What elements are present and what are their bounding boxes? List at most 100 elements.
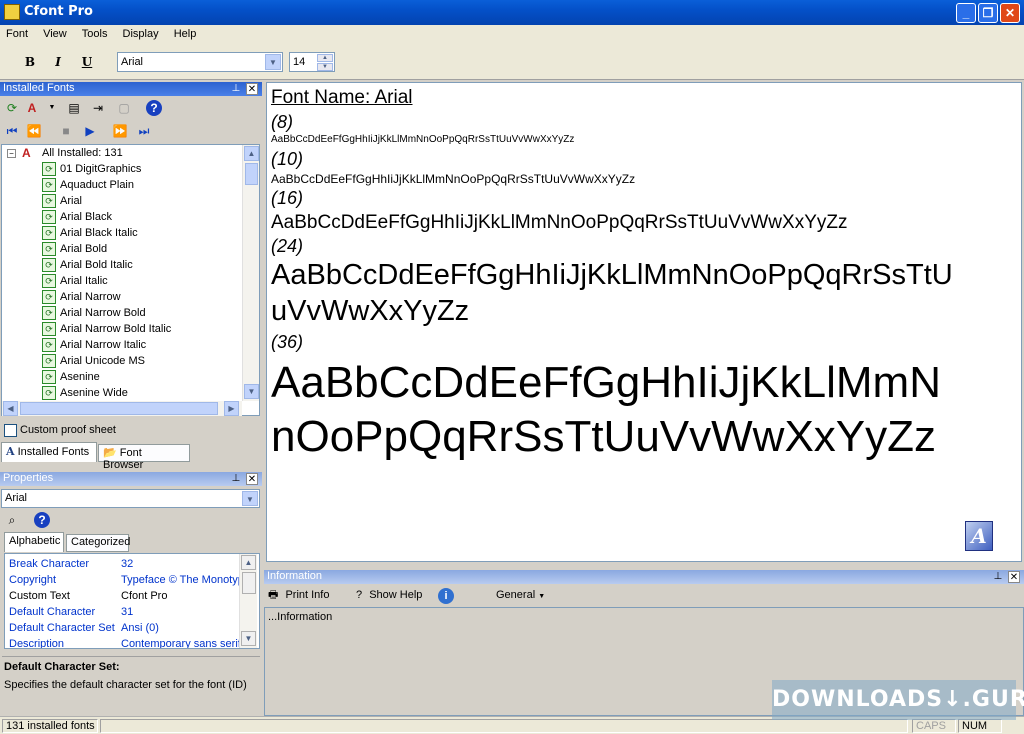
property-value[interactable]: Cfont Pro — [121, 588, 241, 604]
panel-close-icon[interactable]: ✕ — [246, 83, 258, 95]
font-list-item[interactable]: ⟳ Arial Bold Italic — [42, 257, 133, 273]
font-file-icon: ⟳ — [42, 274, 56, 288]
font-list-item[interactable]: ⟳ Arial Narrow Bold Italic — [42, 321, 171, 337]
first-icon[interactable]: ⏮ — [4, 123, 20, 139]
font-combo[interactable]: Arial ▼ — [117, 52, 283, 72]
font-list-label: Arial Italic — [60, 275, 108, 287]
tree-scrollbar-h[interactable]: ◀ ▶ — [2, 401, 242, 416]
underline-button[interactable]: U — [77, 52, 97, 72]
watermark-logo: DOWNLOADS↓.GURU — [772, 680, 1024, 720]
size-spinner[interactable]: 14 ▲ ▼ — [289, 52, 335, 72]
font-list-item[interactable]: ⟳ Aquaduct Plain — [42, 177, 134, 193]
property-row[interactable]: Default Character 31 — [9, 604, 241, 620]
fast-forward-icon[interactable]: ⏩ — [112, 123, 128, 139]
bold-button[interactable]: B — [20, 52, 40, 72]
tab-categorized[interactable]: Categorized — [66, 534, 130, 552]
collapse-icon[interactable]: − — [7, 149, 16, 158]
menu-view[interactable]: View — [37, 25, 73, 40]
tab-alphabetic[interactable]: Alphabetic — [4, 532, 64, 552]
property-row[interactable]: Default Character Set Ansi (0) — [9, 620, 241, 636]
scroll-down-icon[interactable]: ▼ — [244, 384, 259, 399]
property-value[interactable]: Typeface © The Monotype — [121, 572, 241, 588]
installed-fonts-header: Installed Fonts ⊥ ✕ — [0, 82, 262, 96]
scroll-up-icon[interactable]: ▲ — [241, 555, 256, 570]
tree-root[interactable]: All Installed: 131 — [42, 145, 123, 161]
help-icon[interactable]: ? — [146, 100, 162, 116]
font-list-item[interactable]: ⟳ Arial Black — [42, 209, 112, 225]
help-icon[interactable]: ? — [34, 512, 50, 528]
scroll-down-icon[interactable]: ▼ — [241, 631, 256, 646]
property-row[interactable]: Copyright Typeface © The Monotype — [9, 572, 241, 588]
property-key: Custom Text — [9, 590, 70, 602]
property-value[interactable]: Contemporary sans serif design — [121, 636, 241, 648]
scroll-right-icon[interactable]: ▶ — [224, 401, 239, 416]
install-icon[interactable]: ⇥ — [90, 100, 106, 116]
clipboard-icon[interactable]: ▢ — [116, 100, 132, 116]
props-scrollbar[interactable]: ▲ ▼ — [239, 554, 257, 648]
font-list-item[interactable]: ⟳ 01 DigitGraphics — [42, 161, 141, 177]
chevron-down-icon[interactable]: ▼ — [242, 491, 258, 506]
menu-display[interactable]: Display — [117, 25, 165, 40]
rewind-icon[interactable]: ⏪ — [26, 123, 42, 139]
property-value[interactable]: Ansi (0) — [121, 620, 241, 636]
tab-installed-fonts[interactable]: A Installed Fonts — [1, 442, 97, 462]
info-icon[interactable]: i — [438, 588, 454, 604]
chevron-down-icon[interactable]: ▼ — [265, 54, 281, 70]
custom-proof-checkbox[interactable] — [4, 424, 17, 437]
spin-down-icon[interactable]: ▼ — [317, 63, 333, 71]
property-row[interactable]: Break Character 32 — [9, 556, 241, 572]
dropdown-arrow-icon[interactable]: ▼ — [44, 100, 60, 116]
property-row[interactable]: Description Contemporary sans serif desig… — [9, 636, 241, 648]
property-grid[interactable]: Break Character 32 Copyright Typeface © The… — [4, 553, 260, 649]
categorize-icon[interactable]: ⌕ — [4, 512, 20, 528]
property-value[interactable]: 31 — [121, 604, 241, 620]
maximize-button[interactable]: ❐ — [978, 3, 998, 23]
tab-font-browser[interactable]: 📂 Font Browser — [98, 444, 190, 471]
panel-close-icon[interactable]: ✕ — [1008, 571, 1020, 583]
toolbar: B I U Arial ▼ 14 ▲ ▼ — [0, 44, 1024, 80]
last-icon[interactable]: ⏭ — [136, 123, 152, 139]
scroll-thumb[interactable] — [245, 163, 258, 185]
spin-up-icon[interactable]: ▲ — [317, 54, 333, 62]
font-list-item[interactable]: ⟳ Arial Narrow Italic — [42, 337, 146, 353]
properties-combo[interactable]: Arial ▼ — [1, 489, 260, 508]
scroll-up-icon[interactable]: ▲ — [244, 146, 259, 161]
tree-scrollbar-v[interactable]: ▲ ▼ — [242, 145, 259, 401]
general-dropdown[interactable]: General ▼ — [496, 586, 545, 606]
menu-tools[interactable]: Tools — [76, 25, 114, 40]
show-help-button[interactable]: ? Show Help — [356, 586, 430, 606]
font-add-icon[interactable]: A — [24, 100, 40, 116]
scroll-left-icon[interactable]: ◀ — [3, 401, 18, 416]
font-list-item[interactable]: ⟳ Arial Narrow Bold — [42, 305, 146, 321]
menu-help[interactable]: Help — [168, 25, 203, 40]
font-list-item[interactable]: ⟳ Arial Unicode MS — [42, 353, 145, 369]
minimize-button[interactable]: _ — [956, 3, 976, 23]
font-tree[interactable]: − A All Installed: 131 ⟳ 01 DigitGraphics… — [1, 144, 260, 416]
scroll-thumb[interactable] — [242, 572, 256, 594]
menu-font[interactable]: Font — [0, 25, 34, 40]
font-list-item[interactable]: ⟳ Arial Bold — [42, 241, 107, 257]
font-list-item[interactable]: ⟳ Arial Black Italic — [42, 225, 138, 241]
italic-button[interactable]: I — [48, 52, 68, 72]
size-label-8: (8) — [271, 112, 293, 132]
font-a-icon: A — [6, 445, 15, 458]
play-icon[interactable]: ▶ — [82, 123, 98, 139]
stop-icon[interactable]: ■ — [58, 123, 74, 139]
pin-icon[interactable]: ⊥ — [992, 571, 1004, 583]
font-list-item[interactable]: ⟳ Arial Italic — [42, 273, 108, 289]
property-key: Default Character Set — [9, 622, 115, 634]
properties-icon[interactable]: ▤ — [66, 100, 82, 116]
font-list-item[interactable]: ⟳ Asenine Wide — [42, 385, 128, 401]
pin-icon[interactable]: ⊥ — [230, 473, 242, 485]
property-row[interactable]: Custom Text Cfont Pro — [9, 588, 241, 604]
font-list-item[interactable]: ⟳ Asenine — [42, 369, 100, 385]
font-list-item[interactable]: ⟳ Arial — [42, 193, 82, 209]
panel-close-icon[interactable]: ✕ — [246, 473, 258, 485]
close-button[interactable]: ✕ — [1000, 3, 1020, 23]
refresh-icon[interactable]: ⟳ — [4, 100, 20, 116]
h-scroll-thumb[interactable] — [20, 402, 218, 415]
font-list-item[interactable]: ⟳ Arial Narrow — [42, 289, 121, 305]
property-value[interactable]: 32 — [121, 556, 241, 572]
pin-icon[interactable]: ⊥ — [230, 83, 242, 95]
print-info-button[interactable]: 🖶 Print Info — [268, 586, 344, 606]
